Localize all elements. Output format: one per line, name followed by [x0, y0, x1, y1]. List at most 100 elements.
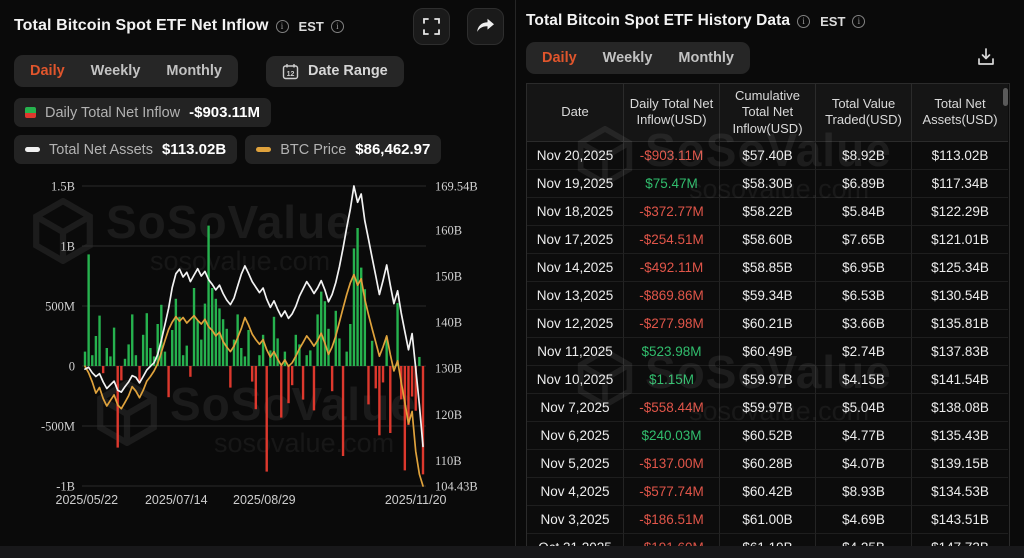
date-cell: Nov 5,2025: [527, 450, 624, 478]
inflow-bar: [200, 340, 202, 366]
inflow-bar: [378, 366, 380, 435]
value-cell: -$492.11M: [624, 254, 720, 282]
value-cell: $122.29B: [912, 198, 1008, 226]
inflow-bar: [84, 352, 86, 366]
inflow-bar: [87, 254, 89, 366]
inflow-bar: [146, 313, 148, 366]
inflow-bar: [113, 328, 115, 366]
y-axis-left-tick: 500M: [45, 300, 75, 314]
est-label: EST: [820, 14, 845, 29]
inflow-bar: [418, 357, 420, 366]
table-row: Nov 7,2025-$558.44M$59.97B$5.04B$138.08B: [527, 394, 1009, 422]
y-axis-right-tick: 150B: [435, 270, 462, 284]
value-cell: $143.51B: [912, 506, 1008, 534]
date-cell: Nov 20,2025: [527, 142, 624, 170]
inflow-bar: [367, 366, 369, 404]
legend-total-assets[interactable]: Total Net Assets $113.02B: [14, 135, 237, 164]
inflow-bar: [131, 314, 133, 366]
inflow-bar: [305, 355, 307, 366]
info-icon[interactable]: [331, 20, 344, 33]
inflow-chart[interactable]: 1.5B1B500M0-500M-1B169.54B160B150B140B13…: [14, 172, 502, 512]
date-cell: Nov 11,2025: [527, 338, 624, 366]
y-axis-left-tick: 0: [69, 360, 75, 374]
page-title: Total Bitcoin Spot ETF Net Inflow: [14, 17, 269, 35]
period-tabs: Daily Weekly Monthly: [14, 55, 238, 87]
download-button[interactable]: [974, 45, 998, 72]
info-icon[interactable]: [276, 20, 289, 33]
page-title: Total Bitcoin Spot ETF History Data: [526, 12, 790, 30]
info-icon[interactable]: [797, 15, 810, 28]
inflow-bar: [218, 308, 220, 366]
table-row: Nov 14,2025-$492.11M$58.85B$6.95B$125.34…: [527, 254, 1009, 282]
legend-daily-inflow[interactable]: Daily Total Net Inflow -$903.11M: [14, 98, 271, 127]
inflow-bar: [149, 348, 151, 366]
btc-legend-icon: [256, 147, 271, 152]
value-cell: $60.21B: [720, 310, 816, 338]
value-cell: $523.98M: [624, 338, 720, 366]
inflow-bar: [251, 366, 253, 382]
tab-weekly[interactable]: Weekly: [91, 63, 141, 79]
value-cell: $58.22B: [720, 198, 816, 226]
value-cell: $5.04B: [816, 394, 912, 422]
value-cell: -$186.51M: [624, 506, 720, 534]
share-button[interactable]: [467, 8, 504, 45]
table-row: Nov 5,2025-$137.00M$60.28B$4.07B$139.15B: [527, 450, 1009, 478]
y-axis-right-tick: 169.54B: [435, 180, 478, 194]
inflow-chart-area: SoSoValue sosovalue.com SoSoValue sosova…: [14, 172, 504, 520]
tab-monthly[interactable]: Monthly: [166, 63, 222, 79]
value-cell: $75.47M: [624, 170, 720, 198]
column-header: Date: [527, 84, 624, 142]
table-scrollbar[interactable]: [1003, 88, 1008, 106]
y-axis-right-tick: 160B: [435, 223, 462, 237]
info-icon[interactable]: [852, 15, 865, 28]
inflow-bar: [331, 366, 333, 391]
column-header: Total Value Traded(USD): [816, 84, 912, 142]
legend-label: BTC Price: [280, 142, 346, 158]
svg-text:12: 12: [287, 71, 295, 78]
inflow-bar: [178, 317, 180, 366]
value-cell: $125.34B: [912, 254, 1008, 282]
date-cell: Nov 7,2025: [527, 394, 624, 422]
inflow-bar: [109, 356, 111, 366]
inflow-bar: [247, 330, 249, 366]
date-range-button[interactable]: 12 Date Range: [266, 56, 404, 87]
value-cell: $5.84B: [816, 198, 912, 226]
fullscreen-button[interactable]: [413, 8, 450, 45]
inflow-bar: [135, 355, 137, 366]
inflow-bar: [356, 228, 358, 366]
chart-controls: Daily Weekly Monthly 12 Date Range: [14, 55, 504, 87]
value-cell: $60.28B: [720, 450, 816, 478]
y-axis-right-tick: 140B: [435, 316, 462, 330]
legend-btc-price[interactable]: BTC Price $86,462.97: [245, 135, 441, 164]
table-row: Nov 12,2025-$277.98M$60.21B$3.66B$135.81…: [527, 310, 1009, 338]
value-cell: $1.15M: [624, 366, 720, 394]
value-cell: -$903.11M: [624, 142, 720, 170]
inflow-bar: [342, 366, 344, 456]
value-cell: $135.81B: [912, 310, 1008, 338]
inflow-bar: [255, 366, 257, 409]
inflow-bar: [258, 355, 260, 366]
inflow-bar: [175, 299, 177, 366]
value-cell: $59.97B: [720, 394, 816, 422]
inflow-bar: [411, 366, 413, 397]
tab-weekly[interactable]: Weekly: [603, 50, 653, 66]
inflow-bar: [106, 348, 108, 366]
inflow-bar: [207, 226, 209, 366]
tab-daily[interactable]: Daily: [30, 63, 65, 79]
tab-daily[interactable]: Daily: [542, 50, 577, 66]
value-cell: $8.93B: [816, 478, 912, 506]
net-assets-line: [85, 186, 423, 446]
value-cell: $6.89B: [816, 170, 912, 198]
inflow-bar: [345, 352, 347, 366]
value-cell: $59.34B: [720, 282, 816, 310]
table-row: Nov 4,2025-$577.74M$60.42B$8.93B$134.53B: [527, 478, 1009, 506]
value-cell: -$137.00M: [624, 450, 720, 478]
value-cell: $2.74B: [816, 338, 912, 366]
value-cell: $7.65B: [816, 226, 912, 254]
table-header-row: DateDaily Total Net Inflow(USD)Cumulativ…: [527, 84, 1009, 142]
tab-monthly[interactable]: Monthly: [678, 50, 734, 66]
inflow-bar: [193, 288, 195, 366]
calendar-icon: 12: [282, 63, 299, 80]
value-cell: -$277.98M: [624, 310, 720, 338]
inflow-bar: [287, 366, 289, 403]
